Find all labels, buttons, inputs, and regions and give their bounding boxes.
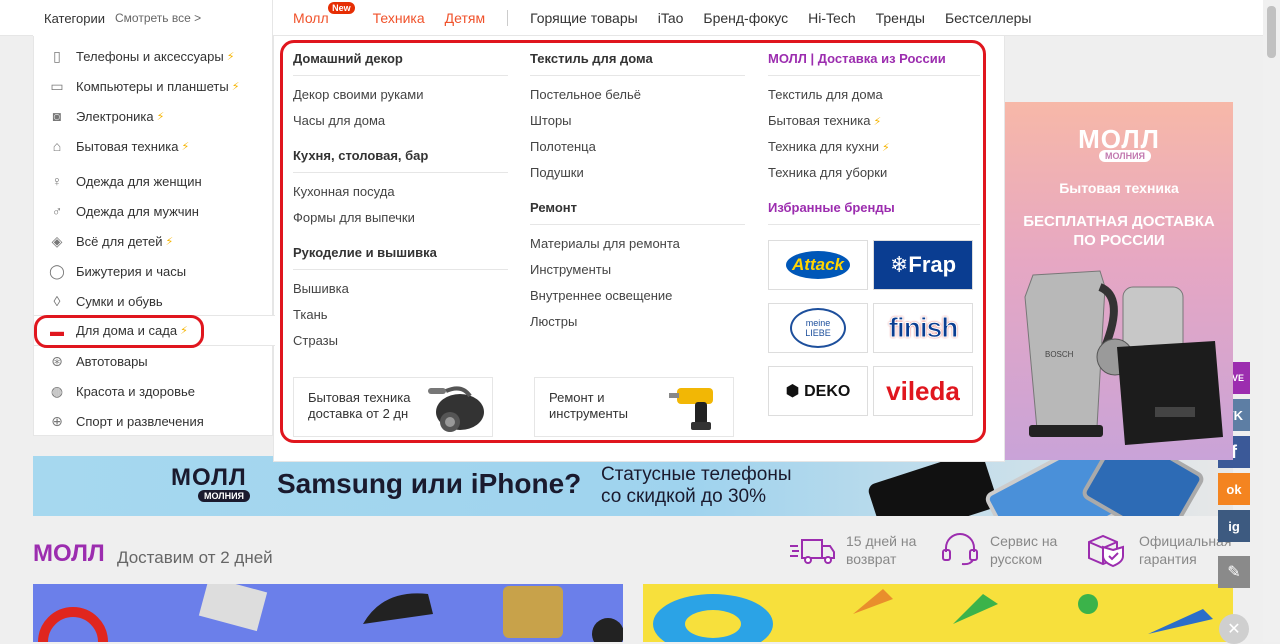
banner-title: Бытовая техника	[1059, 180, 1179, 196]
sidebar-item-sport[interactable]: ⊕ Спорт и развлечения	[34, 406, 274, 436]
instagram-icon[interactable]: ig	[1218, 510, 1250, 542]
kids-product-tile[interactable]	[643, 584, 1233, 642]
electronics-product-tile[interactable]	[33, 584, 623, 642]
shield-box-icon	[1088, 534, 1124, 568]
molniya-badge: МОЛНИЯ	[1099, 150, 1152, 162]
categories-label: Категории	[44, 10, 105, 26]
sidebar-item-bags[interactable]: ◊ Сумки и обувь	[34, 286, 274, 316]
nav-brand-focus[interactable]: Бренд-фокус	[703, 10, 788, 26]
nav-hot-deals[interactable]: Горящие товары	[530, 10, 638, 26]
bag-icon: ◊	[53, 293, 61, 309]
bolt-icon: ⚡	[165, 235, 174, 248]
nav-hi-tech[interactable]: Hi-Tech	[808, 10, 855, 26]
shirt-icon: ♂	[51, 203, 63, 219]
pencil-icon[interactable]: ✎	[1218, 556, 1250, 588]
top-navigation: Молл New Техника Детям Горящие товары iTa…	[293, 0, 1051, 36]
phone-image	[1079, 456, 1207, 516]
phone-icon: ▯	[53, 47, 61, 64]
iron-icon: ⌂	[52, 138, 62, 154]
ring-icon: ◯	[49, 262, 65, 279]
feature-returns: 15 дней на возврат	[790, 532, 916, 568]
banner-subtitle: БЕСПЛАТНАЯ ДОСТАВКА ПО РОССИИ	[1023, 213, 1215, 249]
sidebar-item-kids[interactable]: ◈ Всё для детей ⚡	[34, 226, 274, 256]
bolt-icon: ⚡	[231, 80, 240, 93]
see-all-link[interactable]: Смотреть все >	[115, 11, 201, 25]
sidebar-item-jewelry[interactable]: ◯ Бижутерия и часы	[34, 256, 274, 286]
sidebar-item-beauty[interactable]: ◍ Красота и здоровье	[34, 376, 274, 406]
nav-bestsellers[interactable]: Бестселлеры	[945, 10, 1032, 26]
highlight-ring-sidebar	[34, 315, 204, 348]
sidebar-item-computers[interactable]: ▭ Компьютеры и планшеты ⚡	[34, 71, 274, 101]
sidebar-item-men[interactable]: ♂ Одежда для мужчин	[34, 196, 274, 226]
highlight-ring-mega-menu	[280, 40, 986, 443]
wheel-icon: ⊛	[51, 352, 63, 369]
appliance-promo-banner[interactable]: МОЛЛ МОЛНИЯ Бытовая техника БЕСПЛАТНАЯ Д…	[1005, 102, 1233, 460]
scrollbar[interactable]	[1263, 0, 1280, 642]
molniya-badge: МОЛНИЯ	[198, 490, 251, 502]
mall-logo: МОЛЛ	[171, 464, 247, 491]
scrollbar-thumb[interactable]	[1267, 6, 1276, 58]
bosch-label: BOSCH	[1045, 350, 1074, 359]
odnoklassniki-icon[interactable]: ok	[1218, 473, 1250, 505]
headset-icon	[942, 533, 978, 566]
mall-section-title[interactable]: МОЛЛ	[33, 540, 105, 568]
nav-tech[interactable]: Техника	[373, 10, 425, 26]
phone-image	[866, 456, 1000, 516]
category-sidebar: ▯ Телефоны и аксессуары ⚡ ▭ Компьютеры и пл…	[33, 36, 275, 436]
banner-headline: Samsung или iPhone?	[277, 468, 582, 499]
laptop-icon: ▭	[50, 77, 64, 94]
dress-icon: ♀	[51, 173, 63, 189]
categories-header[interactable]: Категории Смотреть все >	[33, 0, 273, 36]
toys-image	[653, 589, 1213, 642]
feature-official-warranty: Официальная гарантия	[1085, 532, 1231, 568]
ball-icon: ⊕	[51, 412, 63, 429]
kettle-and-grinder-image: BOSCH	[1024, 270, 1223, 445]
nav-kids[interactable]: Детям	[445, 10, 485, 26]
sidebar-item-auto[interactable]: ⊛ Автотовары	[34, 346, 274, 376]
sidebar-item-electronics[interactable]: ◙ Электроника ⚡	[34, 101, 274, 131]
truck-icon	[790, 539, 835, 564]
nav-itao[interactable]: iTao	[658, 10, 684, 26]
bolt-icon: ⚡	[181, 140, 190, 153]
bolt-icon: ⚡	[226, 50, 235, 63]
bulb-icon: ◍	[50, 382, 64, 399]
new-badge: New	[328, 2, 355, 14]
mall-section-subtitle: Доставим от 2 дней	[117, 548, 273, 567]
sidebar-item-phones[interactable]: ▯ Телефоны и аксессуары ⚡	[34, 41, 274, 71]
sidebar-item-women[interactable]: ♀ Одежда для женщин	[34, 166, 274, 196]
close-icon[interactable]: ✕	[1219, 614, 1249, 644]
feature-russian-service: Сервис на русском	[940, 532, 1057, 568]
sidebar-item-appliances[interactable]: ⌂ Бытовая техника ⚡	[34, 131, 274, 161]
bottle-icon: ◈	[51, 232, 63, 249]
headphones-image	[38, 584, 623, 642]
phones-promo-banner[interactable]: МОЛЛ МОЛНИЯ Samsung или iPhone? Статусны…	[33, 456, 1233, 516]
camera-icon: ◙	[52, 108, 62, 124]
bolt-icon: ⚡	[156, 110, 165, 123]
banner-subtext: Статусные телефоны со скидкой до 30%	[601, 464, 792, 507]
nav-trends[interactable]: Тренды	[876, 10, 925, 26]
nav-divider	[507, 10, 509, 26]
nav-mall[interactable]: Молл New	[293, 2, 355, 26]
